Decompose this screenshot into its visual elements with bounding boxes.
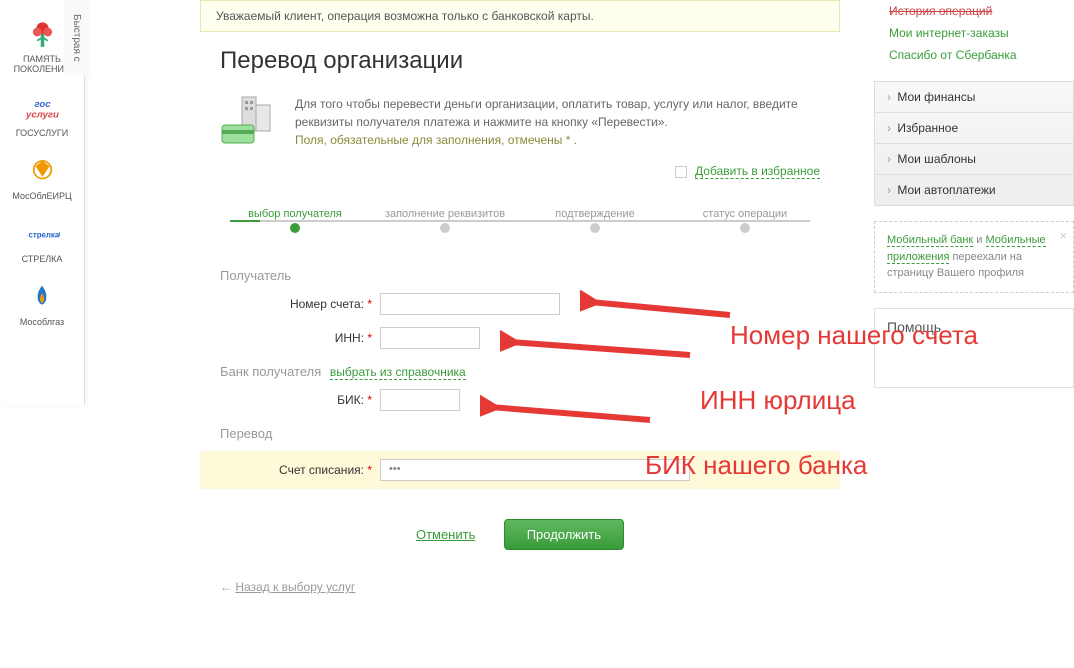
info-block: Для того чтобы перевести деньги организа…	[200, 95, 840, 149]
info-text-line2end: .	[570, 133, 577, 147]
sidebar-item-mosobleirc[interactable]: МосОблЕИРЦ	[0, 146, 84, 209]
required-mark: *	[367, 331, 372, 345]
svg-text:услуги: услуги	[25, 109, 59, 120]
account-label: Номер счета: *	[220, 297, 380, 311]
annotation-account: Номер нашего счета	[730, 320, 978, 351]
progress-step-3: подтверждение	[520, 208, 670, 233]
progress-dot-icon	[440, 223, 450, 233]
progress-step-label: статус операции	[703, 208, 787, 220]
bank-section-label: Банк получателя выбрать из справочника	[220, 364, 820, 379]
building-card-icon	[220, 95, 280, 145]
required-mark: *	[367, 463, 372, 477]
info-text: Для того чтобы перевести деньги организа…	[295, 95, 820, 149]
gas-icon	[25, 280, 60, 315]
menu-templates[interactable]: Мои шаблоны	[875, 144, 1073, 175]
back-link-wrap: ← Назад к выбору услуг	[200, 570, 840, 604]
progress-step-label: подтверждение	[555, 208, 634, 220]
menu-finances[interactable]: Мои финансы	[875, 82, 1073, 113]
right-menu: Мои финансы Избранное Мои шаблоны Мои ав…	[874, 81, 1074, 206]
progress-step-1: выбор получателя	[220, 208, 370, 233]
mosobleirc-icon	[25, 154, 60, 189]
favorites-link-wrap: Добавить в избранное	[200, 164, 840, 188]
progress-step-label: выбор получателя	[248, 208, 342, 220]
back-link[interactable]: Назад к выбору услуг	[235, 580, 355, 594]
history-link[interactable]: История операций	[889, 0, 992, 22]
debit-label: Счет списания: *	[220, 463, 380, 477]
alert-message: Уважаемый клиент, операция возможна толь…	[200, 0, 840, 32]
account-input[interactable]	[380, 293, 560, 315]
bank-directory-link[interactable]: выбрать из справочника	[330, 365, 466, 380]
sidebar-item-label: ПАМЯТЬ ПОКОЛЕНИЙ	[14, 55, 71, 75]
debit-label-text: Счет списания:	[279, 463, 364, 477]
bik-label: БИК: *	[220, 393, 380, 407]
bik-input[interactable]	[380, 389, 460, 411]
page-title: Перевод организации	[220, 47, 820, 75]
orders-link[interactable]: Мои интернет-заказы	[889, 22, 1074, 44]
sidebar-item-label: МосОблЕИРЦ	[12, 191, 71, 201]
info-text-line1: Для того чтобы перевести деньги организа…	[295, 97, 798, 129]
menu-favorites[interactable]: Избранное	[875, 113, 1073, 144]
top-links: История операций Мои интернет-заказы Спа…	[874, 0, 1074, 81]
sidebar-item-mosoblgaz[interactable]: Мособлгаз	[0, 272, 84, 335]
transfer-section-label: Перевод	[220, 426, 820, 441]
menu-autopay[interactable]: Мои автоплатежи	[875, 175, 1073, 205]
bik-label-text: БИК:	[337, 393, 364, 407]
progress-step-2: заполнение реквизитов	[370, 208, 520, 233]
sidebar-item-strelka[interactable]: стрелка СТРЕЛКА	[0, 209, 84, 272]
arrow-inn	[500, 330, 700, 360]
inn-label-text: ИНН:	[335, 331, 364, 345]
sidebar-item-label: Мособлгаз	[20, 317, 64, 327]
progress-step-4: статус операции	[670, 208, 820, 233]
annotation-bik: БИК нашего банка	[645, 450, 867, 481]
annotation-inn: ИНН юрлица	[700, 385, 856, 416]
bank-label-text: Банк получателя	[220, 364, 321, 379]
progress-step-label: заполнение реквизитов	[385, 208, 505, 220]
mobilebank-link[interactable]: Мобильный банк	[887, 234, 973, 247]
progress-dot-icon	[290, 223, 300, 233]
cancel-button[interactable]: Отменить	[416, 527, 475, 542]
inn-input[interactable]	[380, 327, 480, 349]
close-icon[interactable]: ×	[1059, 226, 1067, 246]
debit-select[interactable]: •••	[380, 459, 690, 481]
info-box: × Мобильный банк и Мобильные приложения …	[874, 221, 1074, 293]
svg-text:гос: гос	[34, 99, 51, 110]
spasibo-link[interactable]: Спасибо от Сбербанка	[889, 44, 1074, 66]
required-mark: *	[367, 297, 372, 311]
sidebar-tab[interactable]: Быстрая с	[64, 0, 89, 75]
sidebar-item-gosuslugi[interactable]: гос услуги ГОСУСЛУГИ	[0, 83, 84, 146]
progress-bar: выбор получателя заполнение реквизитов п…	[200, 188, 840, 253]
flower-icon	[25, 18, 60, 53]
left-sidebar: Быстрая с ПАМЯТЬ ПОКОЛЕНИЙ гос услуги ГО…	[0, 0, 85, 405]
progress-dot-icon	[590, 223, 600, 233]
gosuslugi-icon: гос услуги	[25, 91, 60, 126]
info-and: и	[973, 234, 985, 246]
account-label-text: Номер счета:	[290, 297, 364, 311]
strelka-icon: стрелка	[25, 217, 60, 252]
progress-dot-icon	[740, 223, 750, 233]
bookmark-icon	[675, 166, 687, 178]
sidebar-item-label: СТРЕЛКА	[22, 254, 63, 264]
svg-text:стрелка: стрелка	[28, 231, 59, 240]
info-text-line2: Поля, обязательные для заполнения, отмеч…	[295, 133, 566, 147]
action-buttons: Отменить Продолжить	[200, 519, 840, 550]
sidebar-item-label: ГОСУСЛУГИ	[16, 128, 68, 138]
required-mark: *	[367, 393, 372, 407]
recipient-section-label: Получатель	[220, 268, 820, 283]
submit-button[interactable]: Продолжить	[504, 519, 624, 550]
inn-label: ИНН: *	[220, 331, 380, 345]
debit-value: •••	[389, 463, 401, 475]
favorites-link[interactable]: Добавить в избранное	[695, 164, 820, 179]
main-content: Уважаемый клиент, операция возможна толь…	[200, 0, 840, 604]
arrow-account	[580, 290, 740, 320]
arrow-bik	[480, 395, 660, 425]
